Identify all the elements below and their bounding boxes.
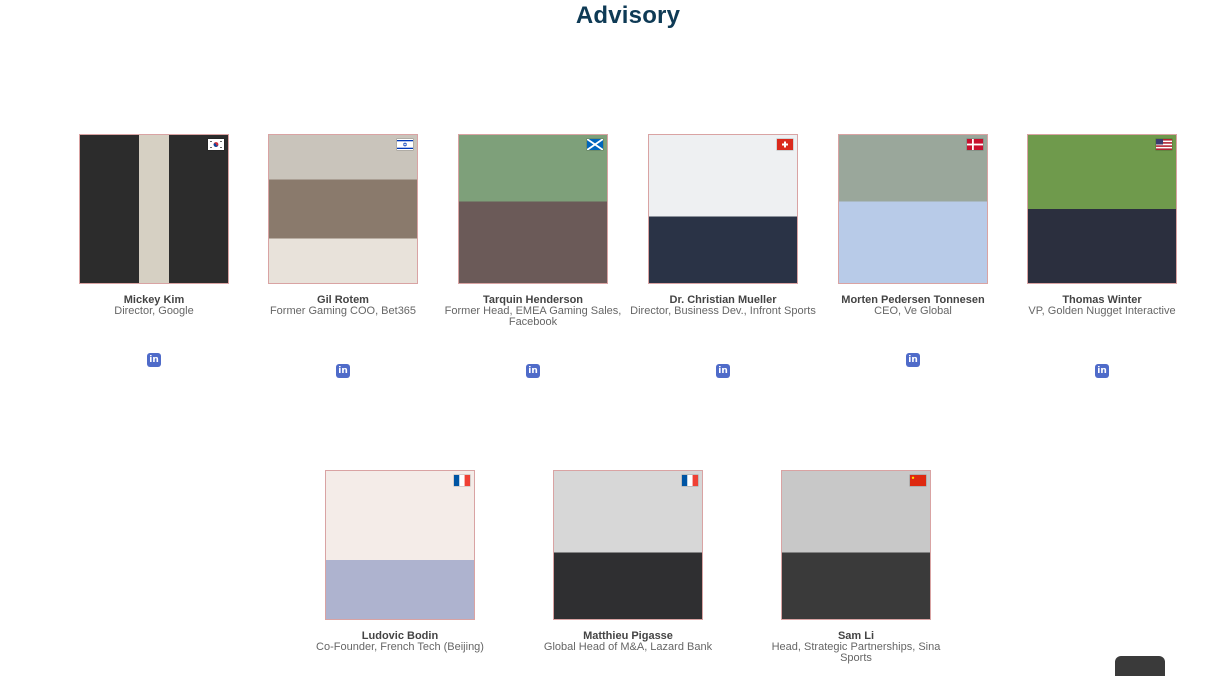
linkedin-icon[interactable]: in <box>336 364 350 378</box>
advisor-role: Co-Founder, French Tech (Beijing) <box>316 641 484 653</box>
france-flag-icon <box>454 475 470 486</box>
advisor-role: Director, Business Dev., Infront Sports <box>630 305 816 317</box>
advisor-card: Morten Pedersen Tonnesen CEO, Ve Global … <box>818 134 1008 367</box>
linkedin-icon[interactable]: in <box>906 353 920 367</box>
scroll-to-top-button[interactable] <box>1115 656 1165 676</box>
advisor-role: Director, Google <box>114 305 194 317</box>
linkedin-icon[interactable]: in <box>526 364 540 378</box>
advisor-photo <box>79 134 229 284</box>
advisor-role: Global Head of M&A, Lazard Bank <box>543 641 713 653</box>
advisor-role: VP, Golden Nugget Interactive <box>1028 305 1176 317</box>
advisor-photo <box>648 134 798 284</box>
linkedin-icon[interactable]: in <box>1095 364 1109 378</box>
france-flag-icon <box>682 475 698 486</box>
advisor-photo <box>553 470 703 620</box>
advisor-photo <box>325 470 475 620</box>
advisor-card: Gil Rotem Former Gaming COO, Bet365 in <box>248 134 438 378</box>
advisor-role: Head, Strategic Partnerships, Sina Sport… <box>771 641 941 664</box>
advisor-photo <box>1027 134 1177 284</box>
advisor-card: Mickey Kim Director, Google in <box>59 134 249 367</box>
advisor-card: Thomas Winter VP, Golden Nugget Interact… <box>1007 134 1197 378</box>
advisor-card: Sam Li Head, Strategic Partnerships, Sin… <box>761 470 951 664</box>
scotland-flag-icon <box>587 139 603 150</box>
linkedin-icon[interactable]: in <box>147 353 161 367</box>
advisor-card: Tarquin Henderson Former Head, EMEA Gami… <box>438 134 628 378</box>
advisor-photo <box>838 134 988 284</box>
usa-flag-icon <box>1156 139 1172 150</box>
advisor-role: Former Gaming COO, Bet365 <box>269 305 417 317</box>
advisor-card: Ludovic Bodin Co-Founder, French Tech (B… <box>305 470 495 653</box>
china-flag-icon <box>910 475 926 486</box>
switzerland-flag-icon <box>777 139 793 150</box>
israel-flag-icon <box>397 139 413 150</box>
korea-flag-icon <box>208 139 224 150</box>
advisor-card: Matthieu Pigasse Global Head of M&A, Laz… <box>533 470 723 653</box>
linkedin-icon[interactable]: in <box>716 364 730 378</box>
advisor-photo <box>781 470 931 620</box>
advisor-photo <box>458 134 608 284</box>
advisor-role: Former Head, EMEA Gaming Sales, Facebook <box>444 305 622 328</box>
page-title: Advisory <box>575 2 681 29</box>
denmark-flag-icon <box>967 139 983 150</box>
advisor-role: CEO, Ve Global <box>874 305 952 317</box>
advisor-card: Dr. Christian Mueller Director, Business… <box>628 134 818 378</box>
advisor-photo <box>268 134 418 284</box>
